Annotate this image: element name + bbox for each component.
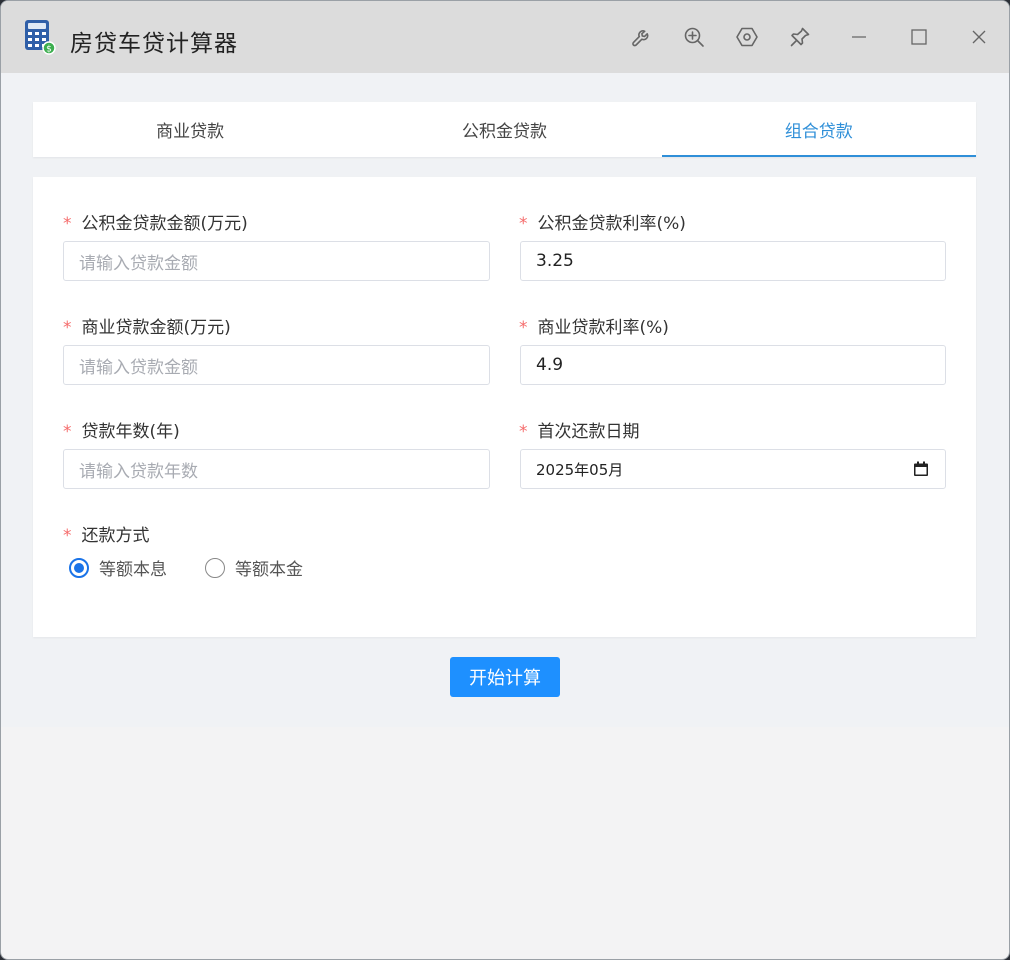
minimize-icon	[852, 36, 866, 38]
first-payment-date-label: * 首次还款日期	[519, 422, 640, 442]
app-window: $ 房贷车贷计算器 商业贷款 公积金贷款 组合贷款 * 公积金贷款金额(万元) …	[0, 0, 1010, 960]
commercial-amount-input[interactable]: 请输入贷款金额	[63, 345, 490, 385]
radio-equal-installment[interactable]: 等额本息	[69, 555, 167, 580]
required-mark: *	[63, 526, 72, 546]
maximize-button[interactable]	[905, 23, 933, 51]
first-payment-date-input[interactable]: 2025年05月	[520, 449, 946, 489]
loan-type-tabs: 商业贷款 公积金贷款 组合贷款	[33, 102, 977, 157]
required-mark: *	[519, 422, 528, 442]
fund-amount-label: * 公积金贷款金额(万元)	[63, 214, 248, 234]
repayment-method-label: * 还款方式	[63, 526, 150, 546]
loan-form: * 公积金贷款金额(万元) 请输入贷款金额 * 公积金贷款利率(%) 3.25 * 商…	[33, 177, 976, 637]
window-title: 房贷车贷计算器	[70, 31, 238, 57]
radio-dot-icon	[205, 557, 225, 578]
title-bar: $ 房贷车贷计算器	[1, 1, 1009, 73]
zoom-in-button[interactable]	[680, 23, 708, 51]
wrench-icon	[632, 30, 649, 47]
pin-button[interactable]	[786, 23, 814, 51]
loan-years-label: * 贷款年数(年)	[63, 422, 180, 442]
calendar-icon[interactable]	[913, 461, 929, 477]
commercial-rate-input[interactable]: 4.9	[520, 345, 946, 385]
svg-text:$: $	[46, 45, 52, 55]
required-mark: *	[519, 214, 528, 234]
date-value: 2025年05月	[536, 460, 624, 479]
commercial-amount-label: * 商业贷款金额(万元)	[63, 318, 231, 338]
wrench-button[interactable]	[628, 23, 656, 51]
required-mark: *	[519, 318, 528, 338]
fund-amount-input[interactable]: 请输入贷款金额	[63, 241, 490, 281]
settings-button[interactable]	[733, 23, 761, 51]
commercial-rate-label: * 商业贷款利率(%)	[519, 318, 669, 338]
maximize-icon	[911, 29, 927, 45]
calculate-button[interactable]: 开始计算	[450, 657, 560, 697]
radio-equal-principal[interactable]: 等额本金	[205, 555, 303, 580]
radio-dot-icon	[69, 557, 89, 578]
tab-commercial-loan[interactable]: 商业贷款	[33, 102, 347, 157]
required-mark: *	[63, 214, 72, 234]
close-button[interactable]	[965, 23, 993, 51]
tab-provident-fund-loan[interactable]: 公积金贷款	[347, 102, 661, 157]
minimize-button[interactable]	[845, 23, 873, 51]
loan-years-input[interactable]: 请输入贷款年数	[63, 449, 490, 489]
close-icon	[972, 30, 986, 44]
tab-combined-loan[interactable]: 组合贷款	[661, 102, 977, 157]
hexagon-settings-icon	[736, 27, 758, 47]
fund-rate-label: * 公积金贷款利率(%)	[519, 214, 686, 234]
required-mark: *	[63, 318, 72, 338]
fund-rate-input[interactable]: 3.25	[520, 241, 946, 281]
calculator-icon: $	[25, 20, 56, 55]
required-mark: *	[63, 422, 72, 442]
pin-icon	[790, 27, 810, 47]
zoom-in-icon	[684, 27, 704, 47]
